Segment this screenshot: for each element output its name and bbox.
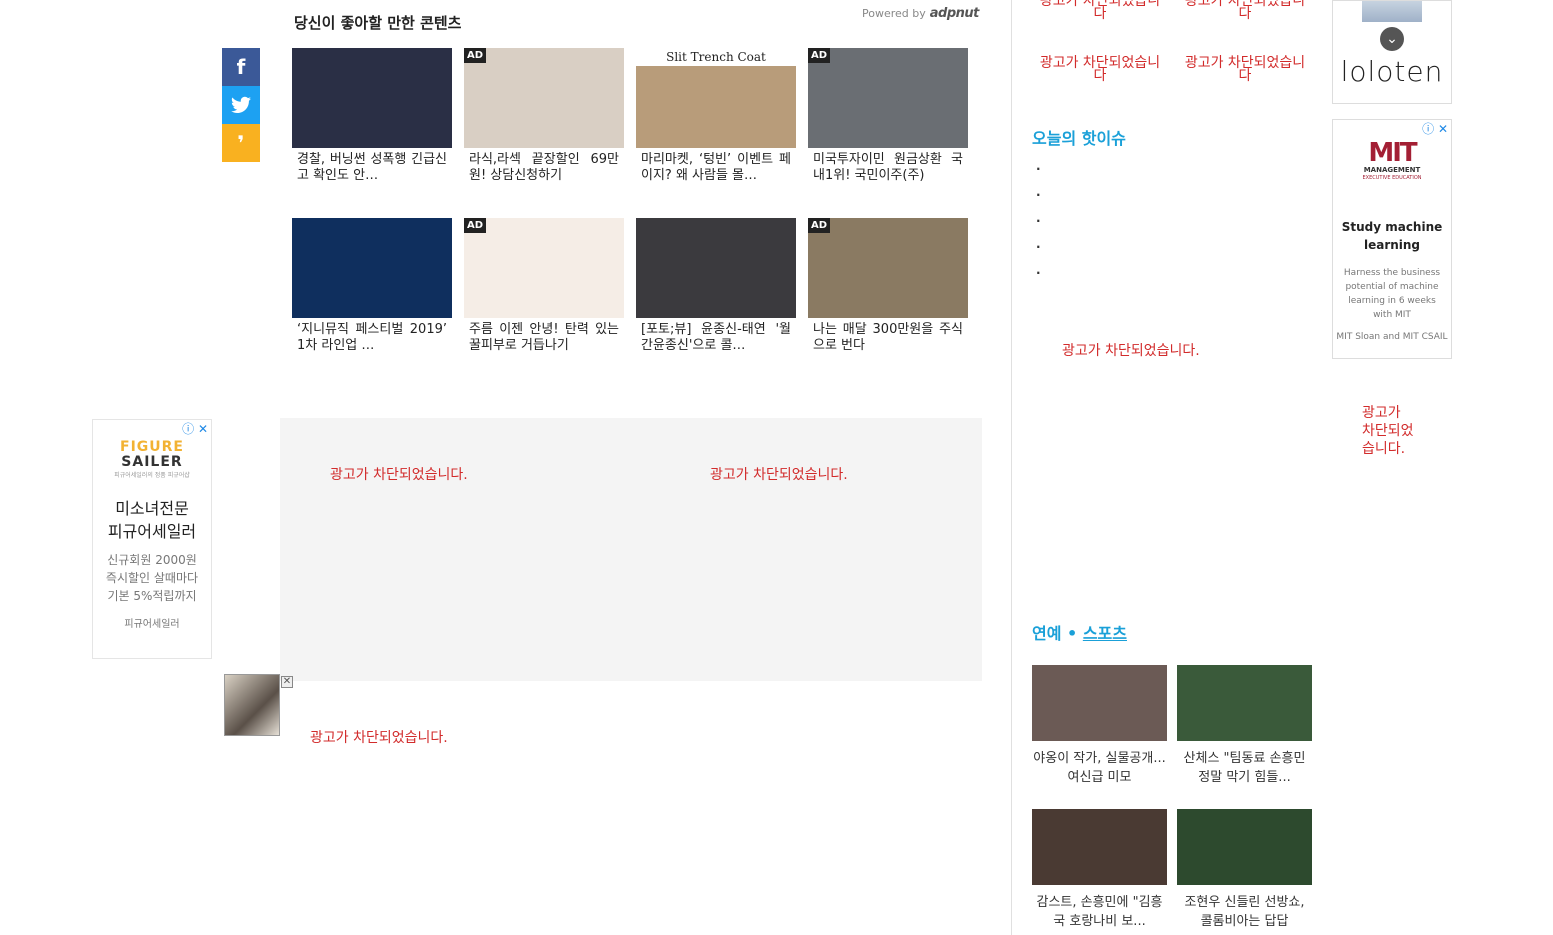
small-ad-thumbnail[interactable] xyxy=(224,674,280,736)
ad-logo-bottom: SAILER xyxy=(121,454,183,470)
sports-caption[interactable]: 감스트, 손흥민에 "김흥국 호랑나비 보... xyxy=(1032,893,1167,931)
mit-logo: MIT xyxy=(1368,138,1417,168)
hot-issue-list xyxy=(1036,162,1041,292)
mit-exec-ed: EXECUTIVE EDUCATION xyxy=(1362,175,1422,181)
blocked-ad-notice: 광고가 차단되었습니 다 xyxy=(1184,0,1306,22)
hot-issue-title[interactable]: 오늘의 핫이슈 xyxy=(1032,125,1126,149)
ad-area-gray xyxy=(280,418,982,681)
content-caption[interactable]: ‘지니뮤직 페스티벌 2019’ 1차 라인업 … xyxy=(292,322,452,354)
blocked-ad-notice: 광고가 차단되었습니 다 xyxy=(1184,55,1306,84)
content-caption[interactable]: 주름 이젠 안녕! 탄력 있는 꿀피부로 거듭나기 xyxy=(464,322,624,354)
hot-issue-item[interactable] xyxy=(1036,240,1041,266)
blocked-ad-notice: 광고가 차단되었습니 다 xyxy=(1039,0,1161,22)
content-caption[interactable]: [포토;뷰] 윤종신-태연 '월간윤종신'으로 콜… xyxy=(636,322,796,354)
column-divider xyxy=(1011,0,1012,935)
ad-close-icon[interactable]: ⓘ ✕ xyxy=(1422,120,1448,137)
hot-issue-item[interactable] xyxy=(1036,188,1041,214)
recommend-title: 당신이 좋아할 만한 콘텐츠 xyxy=(294,14,462,32)
content-caption[interactable]: 마리마켓, ‘텅빈’ 이벤트 페이지? 왜 사람들 몰… xyxy=(636,152,796,184)
ad-logo-top: FIGURE xyxy=(120,439,184,455)
ad-badge: AD xyxy=(808,48,831,63)
content-thumbnail[interactable]: Slit Trench Coat xyxy=(636,48,796,148)
mit-management: MANAGEMENT xyxy=(1363,166,1421,174)
loloten-ad[interactable]: ⌄ loloten xyxy=(1332,0,1452,104)
twitter-icon xyxy=(231,96,251,113)
sports-caption[interactable]: 산체스 "팀동료 손흥민 정말 막기 힘들... xyxy=(1177,749,1312,787)
blocked-ad-notice: 광고가 차단되었습니다. xyxy=(310,730,448,746)
kakaostory-icon: ❜ xyxy=(237,131,245,155)
ad-title: 미소녀전문 피규어세일러 xyxy=(107,499,197,541)
sports-card[interactable]: 조현우 신들린 선방쇼, 콜롬비아는 답답 xyxy=(1177,809,1312,931)
sports-thumbnail[interactable] xyxy=(1177,665,1312,741)
sports-card[interactable]: 야옹이 작가, 실물공개...여신급 미모 xyxy=(1032,665,1167,787)
mit-body: Harness the business potential of machin… xyxy=(1343,268,1441,320)
hot-issue-item[interactable] xyxy=(1036,162,1041,188)
content-thumbnail[interactable] xyxy=(636,218,796,318)
hot-issue-item[interactable] xyxy=(1036,214,1041,240)
mit-headline: Study machine learning xyxy=(1341,220,1443,252)
sports-caption[interactable]: 조현우 신들린 선방쇼, 콜롬비아는 답답 xyxy=(1177,893,1312,931)
content-thumbnail[interactable]: AD xyxy=(808,218,968,318)
ad-badge: AD xyxy=(464,48,487,63)
small-ad-close-icon[interactable]: ✕ xyxy=(281,676,293,688)
content-card[interactable]: AD 나는 매달 300만원을 주식으로 번다 xyxy=(808,218,968,354)
loloten-logo: loloten xyxy=(1340,55,1444,88)
sports-thumbnail[interactable] xyxy=(1032,665,1167,741)
mit-ad[interactable]: ⓘ ✕ MIT MANAGEMENT EXECUTIVE EDUCATION S… xyxy=(1332,119,1452,359)
blocked-ad-notice: 광고가 차단되었습니다. xyxy=(710,467,848,483)
blocked-ad-notice: 광고가 차단되었 습니다. xyxy=(1362,405,1414,457)
blocked-ad-notice: 광고가 차단되었습니다. xyxy=(1062,343,1200,359)
sports-thumbnail[interactable] xyxy=(1177,809,1312,885)
content-card[interactable]: ‘지니뮤직 페스티벌 2019’ 1차 라인업 … xyxy=(292,218,452,354)
content-thumbnail[interactable]: AD xyxy=(464,48,624,148)
content-thumbnail[interactable] xyxy=(292,48,452,148)
entertainment-sports-title: 연예 • 스포츠 xyxy=(1032,624,1127,643)
content-card[interactable]: 경찰, 버닝썬 성폭행 긴급신고 확인도 안… xyxy=(292,48,452,184)
ad-logo-sub: 피규어세일러의 정품 피규어샵 xyxy=(114,472,190,479)
ad-badge: AD xyxy=(464,218,487,233)
ad-desc: 신규회원 2000원 즉시할인 살때마다 기본 5%적립까지 xyxy=(105,553,199,603)
ad-brand: 피규어세일러 xyxy=(124,619,180,630)
content-thumbnail[interactable]: AD xyxy=(808,48,968,148)
powered-by-label: Powered by xyxy=(862,7,926,20)
social-share-bar: f ❜ xyxy=(222,48,260,162)
content-card[interactable]: AD 미국투자이민 원금상환 국내1위! 국민이주(주) xyxy=(808,48,968,184)
sports-card[interactable]: 산체스 "팀동료 손흥민 정말 막기 힘들... xyxy=(1177,665,1312,787)
ad-badge: AD xyxy=(808,218,831,233)
content-thumbnail[interactable] xyxy=(292,218,452,318)
content-caption[interactable]: 라식,라섹 끝장할인 69만원! 상담신청하기 xyxy=(464,152,624,184)
facebook-icon: f xyxy=(236,55,246,79)
kakaostory-share-button[interactable]: ❜ xyxy=(222,124,260,162)
tab-sports[interactable]: 스포츠 xyxy=(1083,624,1127,643)
thumbnail-text: Slit Trench Coat xyxy=(636,48,796,66)
content-card[interactable]: Slit Trench Coat 마리마켓, ‘텅빈’ 이벤트 페이지? 왜 사람… xyxy=(636,48,796,184)
tab-entertainment[interactable]: 연예 xyxy=(1032,624,1061,643)
sports-caption[interactable]: 야옹이 작가, 실물공개...여신급 미모 xyxy=(1032,749,1167,787)
blocked-ad-notice: 광고가 차단되었습니다. xyxy=(330,467,468,483)
mit-footer: MIT Sloan and MIT CSAIL xyxy=(1336,332,1448,342)
content-card[interactable]: AD 주름 이젠 안녕! 탄력 있는 꿀피부로 거듭나기 xyxy=(464,218,624,354)
ad-close-icon[interactable]: ⓘ ✕ xyxy=(182,420,208,437)
hot-issue-item[interactable] xyxy=(1036,266,1041,292)
twitter-share-button[interactable] xyxy=(222,86,260,124)
content-caption[interactable]: 미국투자이민 원금상환 국내1위! 국민이주(주) xyxy=(808,152,968,184)
chevron-down-icon[interactable]: ⌄ xyxy=(1380,27,1404,51)
content-caption[interactable]: 경찰, 버닝썬 성폭행 긴급신고 확인도 안… xyxy=(292,152,452,184)
sports-thumbnail[interactable] xyxy=(1032,809,1167,885)
figure-sailer-ad[interactable]: ⓘ ✕ FIGURE SAILER 피규어세일러의 정품 피규어샵 미소녀전문 피… xyxy=(92,419,212,659)
blocked-ad-notice: 광고가 차단되었습니 다 xyxy=(1039,55,1161,84)
ad-photo xyxy=(1362,1,1422,22)
content-card[interactable]: [포토;뷰] 윤종신-태연 '월간윤종신'으로 콜… xyxy=(636,218,796,354)
sports-card[interactable]: 감스트, 손흥민에 "김흥국 호랑나비 보... xyxy=(1032,809,1167,931)
powered-by[interactable]: Powered by adpnut xyxy=(862,6,979,21)
adpnut-logo: adpnut xyxy=(929,6,980,21)
facebook-share-button[interactable]: f xyxy=(222,48,260,86)
content-caption[interactable]: 나는 매달 300만원을 주식으로 번다 xyxy=(808,322,968,354)
content-thumbnail[interactable]: AD xyxy=(464,218,624,318)
content-card[interactable]: AD 라식,라섹 끝장할인 69만원! 상담신청하기 xyxy=(464,48,624,184)
